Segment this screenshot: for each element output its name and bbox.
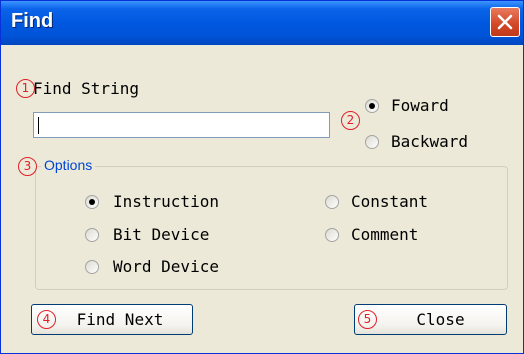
step-marker-3: 3 [18,157,37,176]
find-next-button-label: Find Next [76,310,164,329]
radio-comment[interactable] [325,228,339,242]
radio-instruction-label: Instruction [113,192,219,211]
radio-forward[interactable] [365,99,379,113]
options-group-title: Options [41,157,96,173]
radio-word-device-label: Word Device [113,257,219,276]
step-marker-5: 5 [358,310,377,329]
find-string-input[interactable] [33,112,330,138]
radio-bit-device[interactable] [85,228,99,242]
radio-bit-device-label: Bit Device [113,225,210,244]
options-groupbox [35,166,508,290]
radio-word-device[interactable] [85,260,99,274]
title-bar[interactable]: Find [1,1,523,45]
radio-backward[interactable] [365,135,379,149]
radio-instruction[interactable] [85,195,99,209]
radio-constant[interactable] [325,195,339,209]
find-dialog: Find 1 Find String 2 Foward Backward 3 O… [0,0,524,354]
radio-comment-label: Comment [351,225,419,244]
step-marker-4: 4 [37,310,56,329]
text-caret [38,117,39,134]
window-close-button[interactable] [490,7,520,37]
radio-forward-label: Foward [391,96,449,115]
step-marker-2: 2 [341,111,360,130]
radio-backward-label: Backward [391,132,469,151]
close-icon [497,14,513,30]
find-string-label: Find String [33,79,139,98]
radio-constant-label: Constant [351,192,429,211]
close-button-label: Close [416,310,465,329]
window-title: Find [11,10,54,32]
